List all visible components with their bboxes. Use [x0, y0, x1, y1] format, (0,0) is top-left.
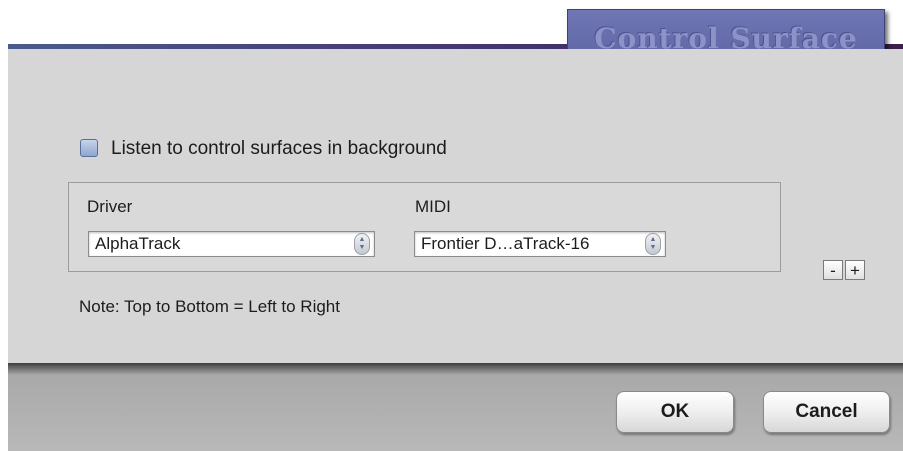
listen-background-checkbox[interactable]: [80, 139, 98, 157]
driver-stepper-icon[interactable]: ▲ ▼: [354, 233, 370, 255]
listen-background-label[interactable]: Listen to control surfaces in background: [111, 138, 447, 160]
add-surface-button[interactable]: +: [845, 260, 865, 280]
surface-group: [68, 182, 781, 272]
midi-value: Frontier D…aTrack-16: [421, 234, 590, 253]
remove-surface-button[interactable]: -: [823, 260, 843, 280]
note-text: Note: Top to Bottom = Left to Right: [79, 297, 340, 316]
cancel-button[interactable]: Cancel: [763, 391, 890, 433]
panel-divider: [8, 363, 903, 375]
midi-select[interactable]: Frontier D…aTrack-16 ▲ ▼: [414, 231, 666, 257]
driver-value: AlphaTrack: [95, 234, 181, 253]
driver-select[interactable]: AlphaTrack ▲ ▼: [88, 231, 375, 257]
midi-label: MIDI: [415, 197, 451, 216]
driver-label: Driver: [87, 197, 133, 216]
ok-button[interactable]: OK: [616, 391, 734, 433]
midi-stepper-icon[interactable]: ▲ ▼: [645, 233, 661, 255]
